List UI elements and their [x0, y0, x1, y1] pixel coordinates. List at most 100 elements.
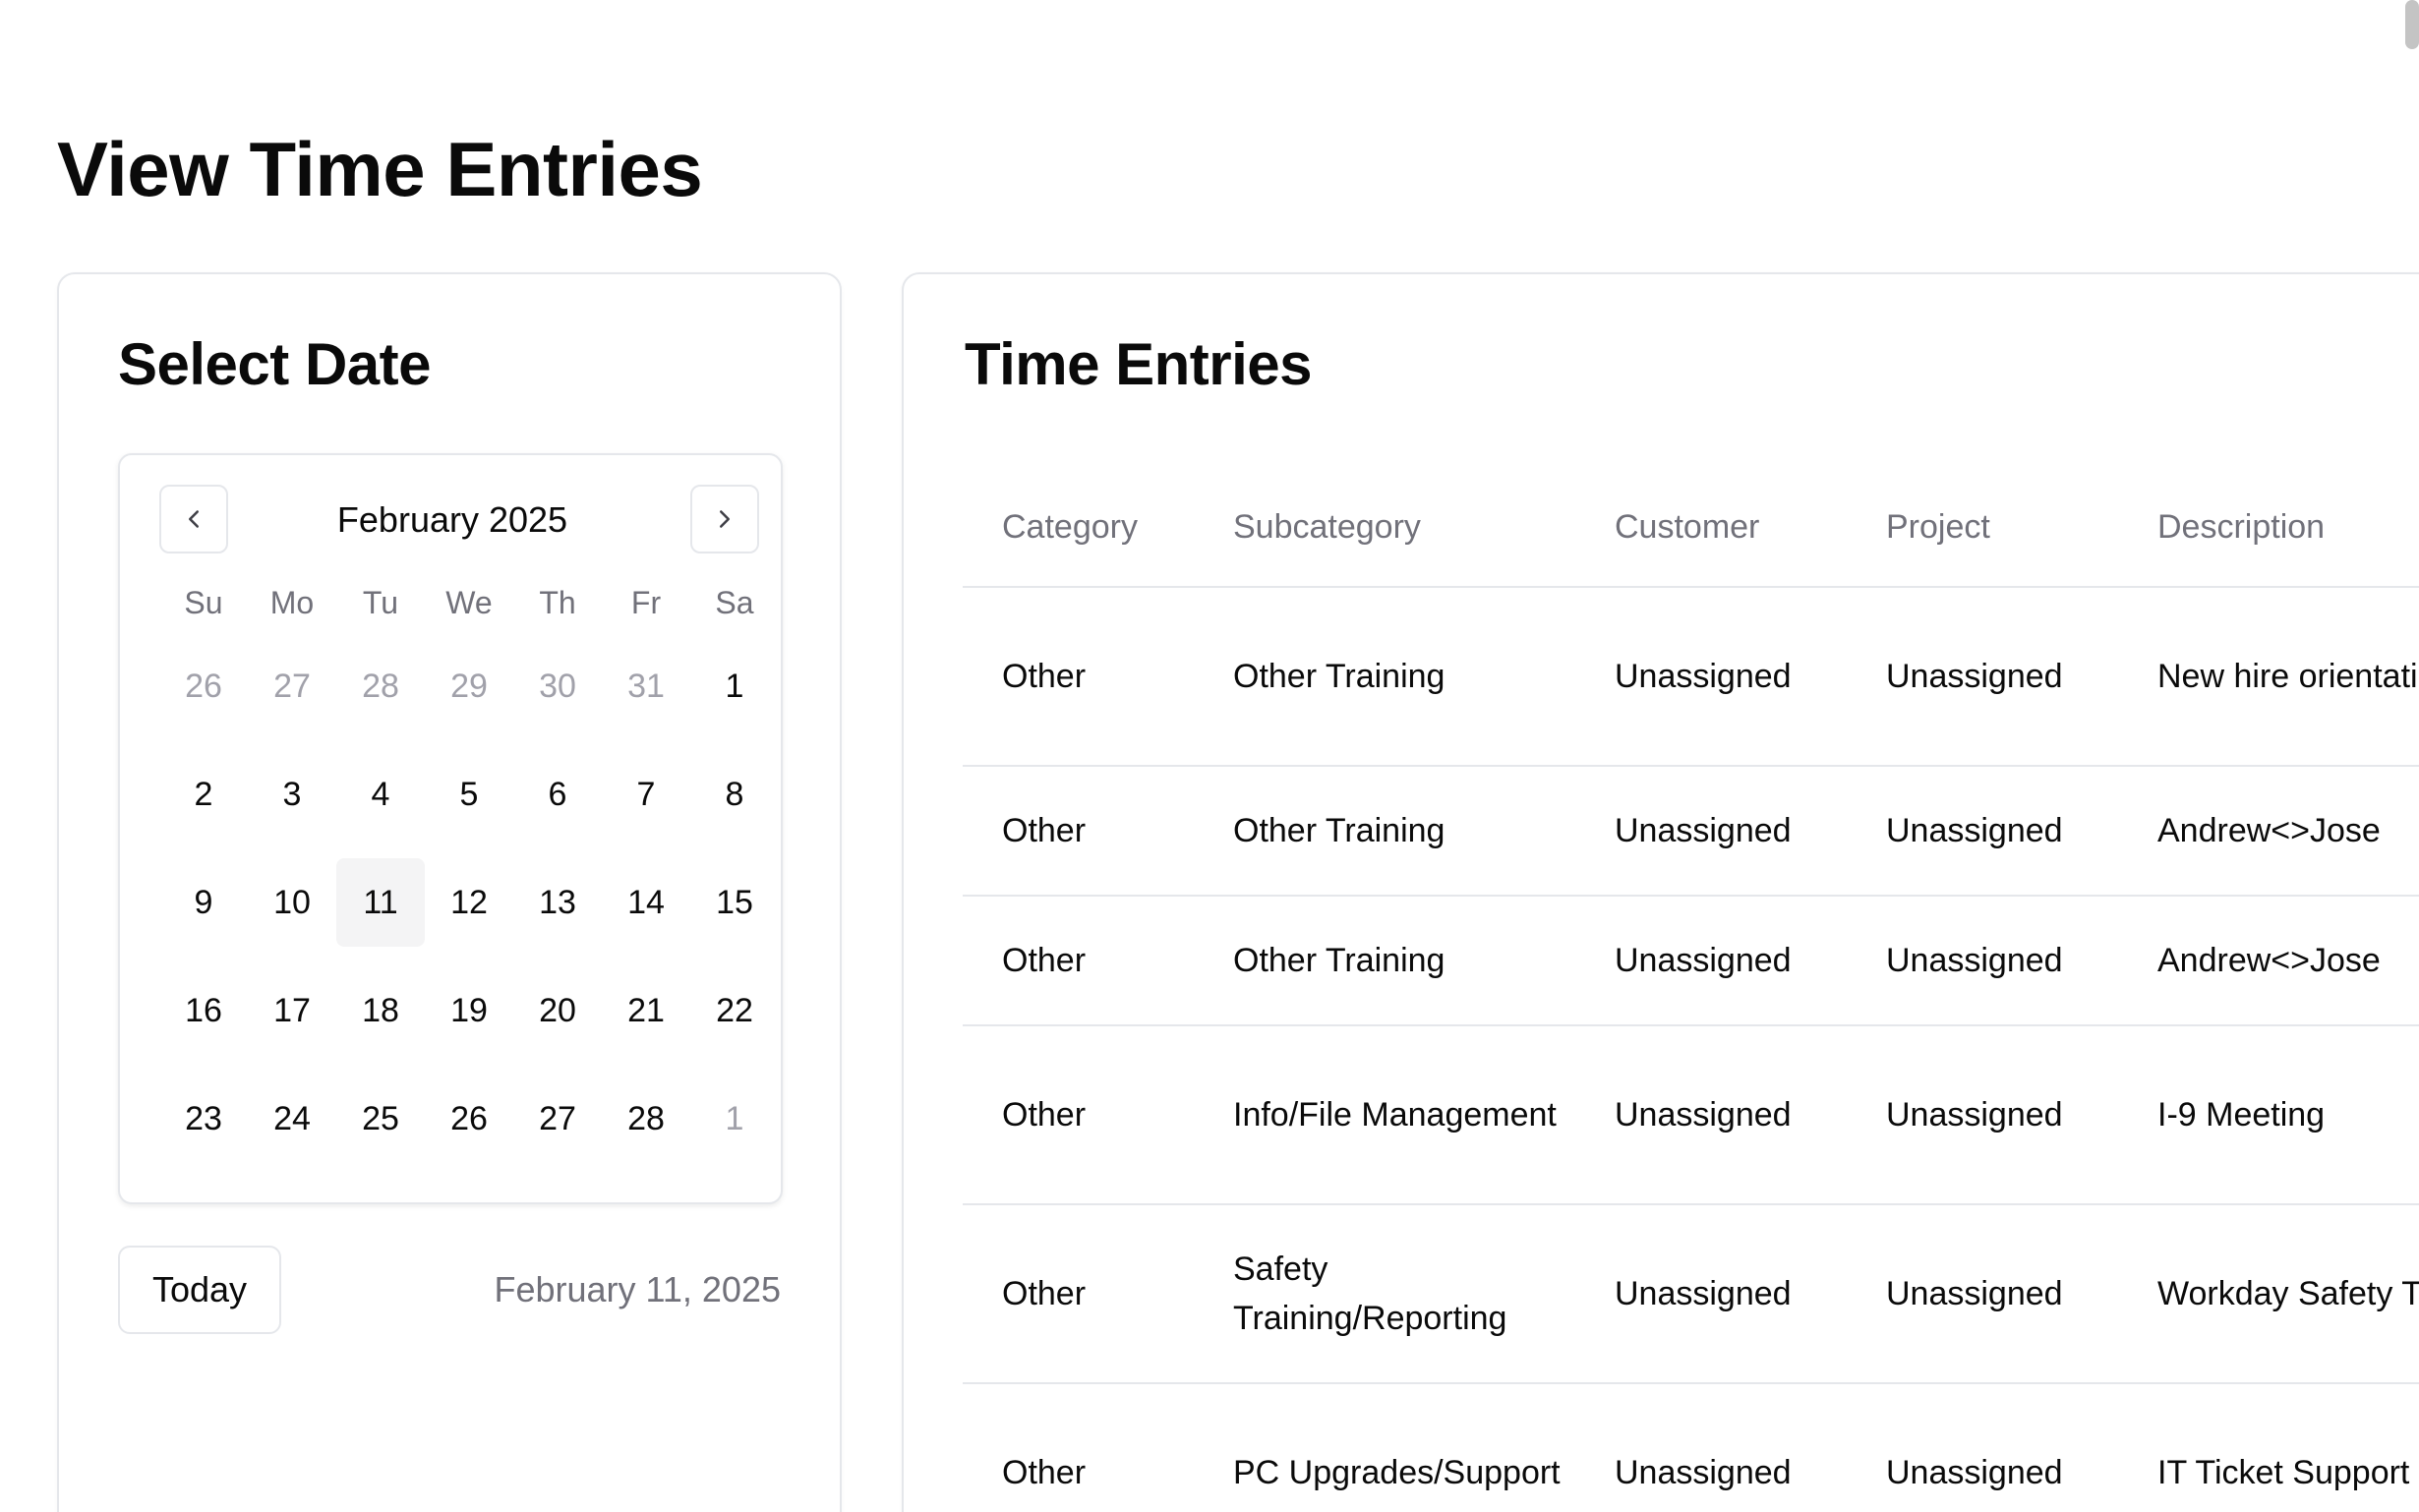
- calendar-day-label: 26: [450, 1099, 488, 1137]
- calendar-day-label: 14: [627, 883, 665, 921]
- weekday-label: Su: [184, 585, 223, 620]
- calendar-day[interactable]: 30: [513, 632, 602, 740]
- table-row[interactable]: Other Other Training Unassigned Unassigned A…: [963, 766, 2419, 897]
- calendar-day-label: 31: [627, 667, 665, 705]
- calendar-day-label: 15: [716, 883, 753, 921]
- calendar-day[interactable]: 19: [425, 957, 513, 1065]
- calendar-day-label: 12: [450, 883, 488, 921]
- table-cell-category: Other: [963, 1204, 1194, 1384]
- today-button[interactable]: Today: [118, 1246, 281, 1334]
- table-cell-subcategory: Info/File Management: [1194, 1025, 1575, 1205]
- table-cell-project: Unassigned: [1847, 896, 2118, 1026]
- calendar-day[interactable]: 26: [159, 632, 248, 740]
- calendar-day[interactable]: 28: [602, 1065, 690, 1173]
- calendar-day[interactable]: 21: [602, 957, 690, 1065]
- table-body: Other Other Training Unassigned Unassigned N…: [963, 587, 2419, 1512]
- table-row[interactable]: Other Info/File Management Unassigned Unass…: [963, 1025, 2419, 1205]
- table-row[interactable]: Other Other Training Unassigned Unassigned N…: [963, 587, 2419, 767]
- table-cell-customer: Unassigned: [1575, 1383, 1847, 1512]
- table-cell-project: Unassigned: [1847, 1025, 2118, 1205]
- select-date-card: Select Date February 2025 Su Mo Tu We Th Fr Sa…: [57, 272, 842, 1512]
- table-cell-subcategory: Other Training: [1194, 896, 1575, 1026]
- calendar-day[interactable]: 8: [690, 740, 779, 848]
- table-cell-customer: Unassigned: [1575, 587, 1847, 767]
- calendar-day[interactable]: 1: [690, 1065, 779, 1173]
- next-month-button[interactable]: [690, 485, 759, 553]
- calendar-day[interactable]: 27: [248, 632, 336, 740]
- calendar-day-label: 27: [273, 667, 311, 705]
- calendar-day[interactable]: 10: [248, 848, 336, 957]
- table-cell-customer: Unassigned: [1575, 766, 1847, 897]
- select-date-title: Select Date: [118, 331, 432, 397]
- calendar-day-label: 27: [539, 1099, 576, 1137]
- weekday-label: Tu: [362, 585, 399, 620]
- calendar-day[interactable]: 24: [248, 1065, 336, 1173]
- calendar-day[interactable]: 13: [513, 848, 602, 957]
- table-cell-description: Andrew<>Jose: [2118, 896, 2419, 1026]
- calendar-day[interactable]: 12: [425, 848, 513, 957]
- time-entries-card: Time Entries Category Subcategory Customer…: [902, 272, 2419, 1512]
- table-cell-description: New hire orientation: [2118, 587, 2419, 767]
- calendar-day-label: 20: [539, 991, 576, 1029]
- table-row[interactable]: Other Other Training Unassigned Unassigned A…: [963, 896, 2419, 1026]
- table-cell-project: Unassigned: [1847, 1383, 2118, 1512]
- calendar-day[interactable]: 7: [602, 740, 690, 848]
- calendar-day-label: 28: [627, 1099, 665, 1137]
- table-cell-category: Other: [963, 587, 1194, 767]
- page-title: View Time Entries: [57, 126, 703, 212]
- calendar-day-label: 18: [362, 991, 399, 1029]
- table-cell-description: Workday Safety Training: [2118, 1204, 2419, 1384]
- calendar-day[interactable]: 22: [690, 957, 779, 1065]
- calendar-day[interactable]: 27: [513, 1065, 602, 1173]
- weekday-label: Sa: [715, 585, 754, 620]
- calendar-day-label: 16: [185, 991, 222, 1029]
- calendar-day[interactable]: 6: [513, 740, 602, 848]
- calendar-day-label: 13: [539, 883, 576, 921]
- table-cell-subcategory: Other Training: [1194, 587, 1575, 767]
- calendar-day[interactable]: 15: [690, 848, 779, 957]
- calendar-day[interactable]: 2: [159, 740, 248, 848]
- table-cell-subcategory: Safety Training/Reporting: [1194, 1204, 1575, 1384]
- calendar-day[interactable]: 20: [513, 957, 602, 1065]
- calendar-day[interactable]: 26: [425, 1065, 513, 1173]
- calendar-day-selected[interactable]: 11: [336, 848, 425, 957]
- calendar-day-label: 9: [194, 883, 213, 921]
- page-scrollbar-thumb[interactable]: [2405, 0, 2419, 49]
- calendar: February 2025 Su Mo Tu We Th Fr Sa 26 27 28 29 30 31…: [118, 453, 783, 1204]
- calendar-day[interactable]: 23: [159, 1065, 248, 1173]
- chevron-right-icon: [720, 510, 730, 528]
- calendar-day-label: 8: [725, 775, 744, 813]
- calendar-day[interactable]: 5: [425, 740, 513, 848]
- calendar-day-label: 24: [273, 1099, 311, 1137]
- calendar-day-label: 10: [273, 883, 311, 921]
- column-header-subcategory: Subcategory: [1194, 469, 1575, 588]
- time-entries-table-wrap[interactable]: Category Subcategory Customer Project Descri…: [963, 469, 2419, 1512]
- calendar-day-label: 17: [273, 991, 311, 1029]
- calendar-day[interactable]: 29: [425, 632, 513, 740]
- calendar-day-label: 6: [548, 775, 567, 813]
- table-cell-customer: Unassigned: [1575, 896, 1847, 1026]
- calendar-day[interactable]: 18: [336, 957, 425, 1065]
- calendar-day[interactable]: 17: [248, 957, 336, 1065]
- app-viewport: View Time Entries Select Date February 2…: [0, 0, 2419, 1512]
- calendar-day[interactable]: 4: [336, 740, 425, 848]
- time-entries-table: Category Subcategory Customer Project Descri…: [963, 469, 2419, 1512]
- table-cell-category: Other: [963, 1383, 1194, 1512]
- calendar-day[interactable]: 25: [336, 1065, 425, 1173]
- calendar-day[interactable]: 3: [248, 740, 336, 848]
- table-cell-category: Other: [963, 766, 1194, 897]
- calendar-day[interactable]: 16: [159, 957, 248, 1065]
- calendar-day-label: 29: [450, 667, 488, 705]
- calendar-day-label: 11: [336, 858, 425, 947]
- calendar-day[interactable]: 28: [336, 632, 425, 740]
- table-row[interactable]: Other PC Upgrades/Support Unassigned Unassi…: [963, 1383, 2419, 1512]
- calendar-day[interactable]: 1: [690, 632, 779, 740]
- calendar-day[interactable]: 9: [159, 848, 248, 957]
- table-row[interactable]: Other Safety Training/Reporting Unassigned…: [963, 1204, 2419, 1384]
- calendar-day-label: 30: [539, 667, 576, 705]
- table-cell-description: Andrew<>Jose: [2118, 766, 2419, 897]
- weekday-label: Mo: [269, 585, 315, 620]
- calendar-day[interactable]: 14: [602, 848, 690, 957]
- calendar-day[interactable]: 31: [602, 632, 690, 740]
- column-header-customer: Customer: [1575, 469, 1847, 588]
